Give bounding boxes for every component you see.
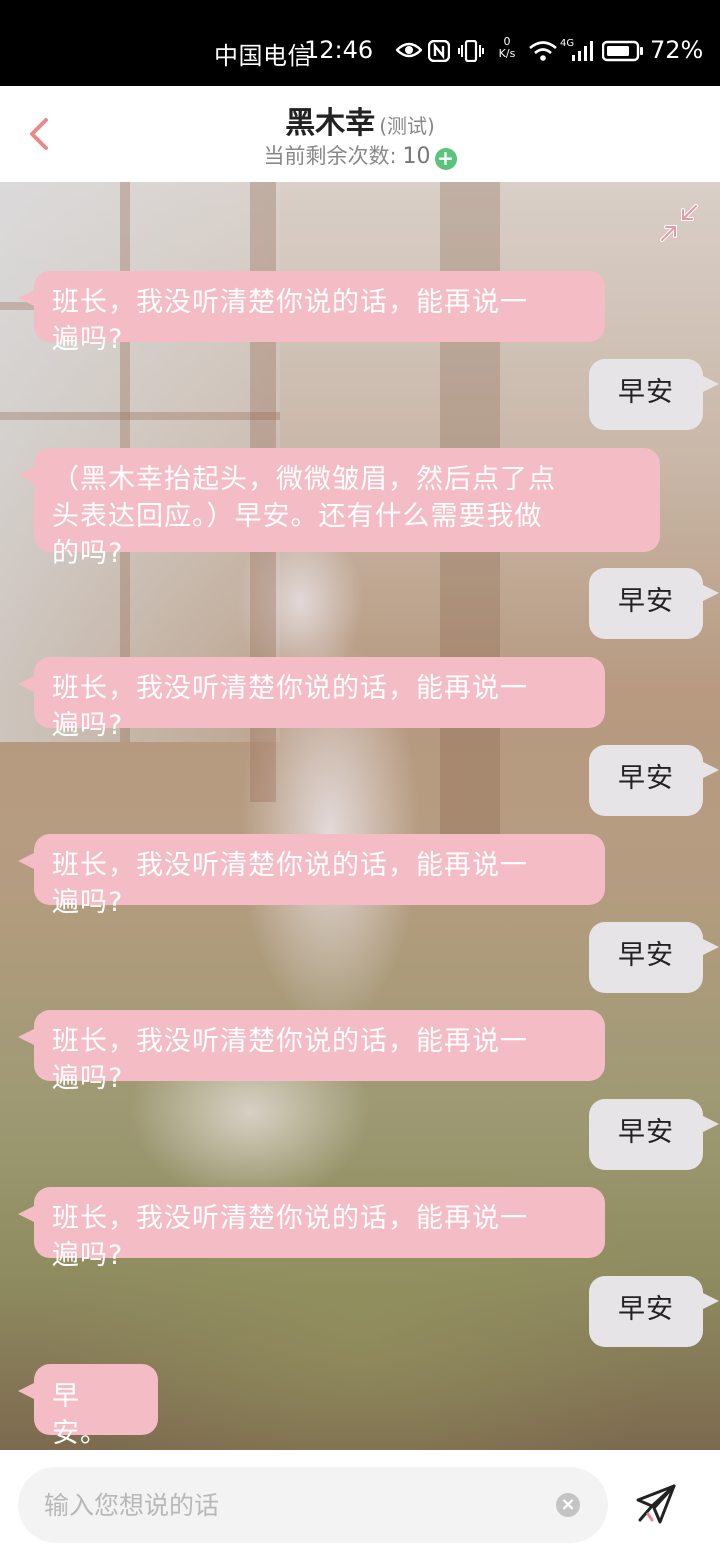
background-frame [0, 412, 280, 420]
bot-message: 班长，我没听清楚你说的话，能再说一 遍吗? [18, 834, 605, 918]
message-text: 早安 [618, 1294, 674, 1325]
plus-icon[interactable]: + [434, 148, 457, 170]
message-line: 遍吗? [52, 1240, 124, 1271]
character-name: 黑木幸 [285, 106, 376, 141]
message-line: 遍吗? [52, 710, 124, 741]
nfc-icon [428, 40, 450, 62]
network-speed: 0 K/s [496, 36, 518, 60]
user-message: 早安 [589, 359, 719, 430]
user-message: 早安 [589, 1276, 719, 1347]
send-icon[interactable] [634, 1482, 678, 1526]
message-input-box: × [18, 1467, 608, 1543]
clear-icon[interactable]: × [556, 1493, 580, 1517]
battery-icon [602, 40, 643, 62]
message-input[interactable] [44, 1485, 544, 1525]
message-line: 班长，我没听清楚你说的话，能再说一 [52, 850, 528, 881]
message-text: 早安 [618, 940, 674, 971]
user-message: 早安 [589, 922, 719, 993]
battery-level: 72% [650, 36, 704, 64]
chat-header: 黑木幸 (测试) 当前剩余次数: 10 + [0, 86, 720, 182]
message-line: 遍吗? [52, 887, 124, 918]
message-line: （黑木幸抬起头，微微皱眉，然后点了点 [52, 464, 556, 495]
bot-message: 班长，我没听清楚你说的话，能再说一 遍吗? [18, 271, 605, 355]
bot-message: 早 安。 [18, 1364, 158, 1449]
carrier-name: 中国电信 [214, 42, 312, 70]
bot-message: 班长，我没听清楚你说的话，能再说一 遍吗? [18, 1010, 605, 1094]
message-line: 早 [52, 1381, 80, 1412]
message-line: 班长，我没听清楚你说的话，能再说一 [52, 1203, 528, 1234]
title-line: 黑木幸 (测试) [0, 98, 720, 142]
message-text: 早安 [618, 763, 674, 794]
user-message: 早安 [589, 1099, 719, 1170]
wifi-icon [529, 41, 557, 61]
collapse-icon[interactable] [656, 200, 702, 246]
remaining-label: 当前剩余次数: [263, 144, 397, 168]
test-tag: (测试) [379, 114, 435, 138]
message-line: 头表达回应。）早安。还有什么需要我做 [52, 501, 543, 532]
message-text: 早安 [618, 377, 674, 408]
bot-message: 班长，我没听清楚你说的话，能再说一 遍吗? [18, 1187, 605, 1271]
status-bar: 中国电信 12:46 0 K/s 4G 72% [0, 0, 720, 86]
remaining-count: 当前剩余次数: 10 + [0, 140, 720, 170]
bot-message: 班长，我没听清楚你说的话，能再说一 遍吗? [18, 657, 605, 741]
eye-icon [396, 42, 422, 58]
status-time: 12:46 [304, 36, 374, 64]
message-line: 安。 [52, 1418, 108, 1449]
message-text: 早安 [618, 586, 674, 617]
speed-unit: K/s [498, 47, 516, 60]
message-line: 遍吗? [52, 324, 124, 355]
message-line: 的吗? [52, 538, 124, 569]
message-line: 班长，我没听清楚你说的话，能再说一 [52, 673, 528, 704]
bot-message: （黑木幸抬起头，微微皱眉，然后点了点 头表达回应。）早安。还有什么需要我做 的吗… [18, 448, 660, 569]
signal-icon [572, 41, 593, 61]
vibrate-icon [458, 40, 484, 62]
message-line: 班长，我没听清楚你说的话，能再说一 [52, 287, 528, 318]
user-message: 早安 [589, 745, 719, 816]
message-text: 早安 [618, 1117, 674, 1148]
user-message: 早安 [589, 568, 719, 639]
remaining-value: 10 [402, 144, 431, 169]
message-line: 班长，我没听清楚你说的话，能再说一 [52, 1026, 528, 1057]
input-bar: × [0, 1450, 720, 1560]
message-line: 遍吗? [52, 1063, 124, 1094]
